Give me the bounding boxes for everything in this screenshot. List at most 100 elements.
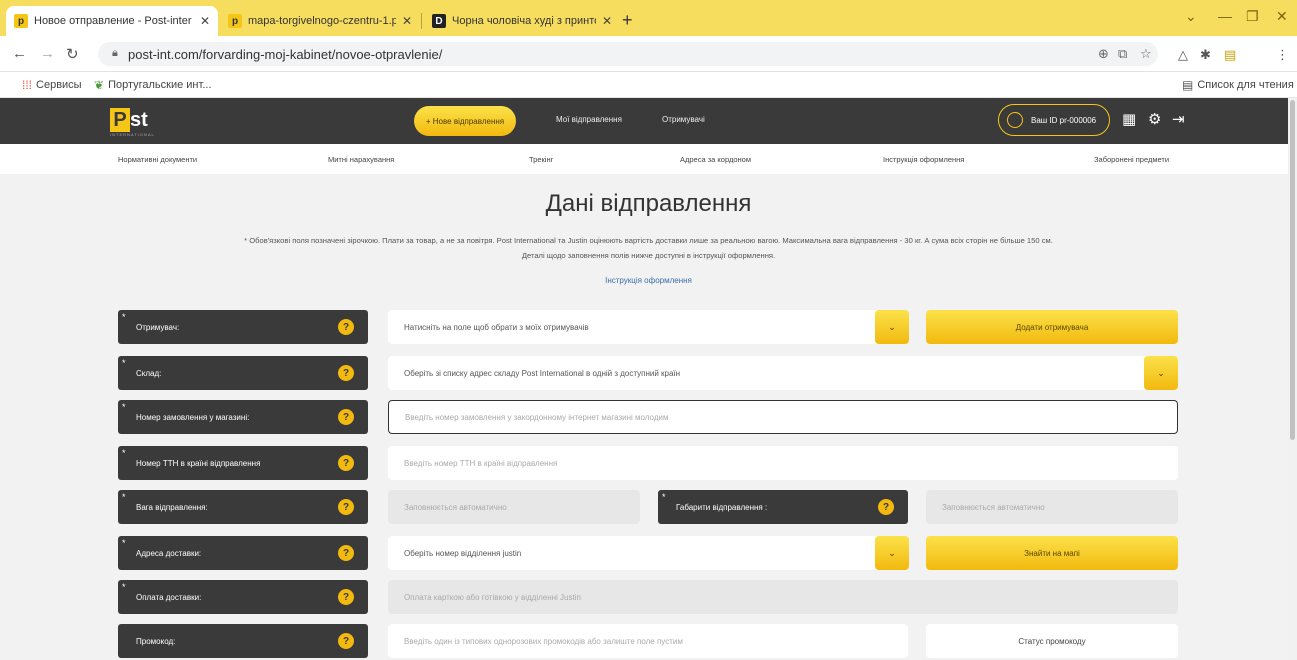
subnav-customs-fees[interactable]: Митні нарахування <box>328 155 394 164</box>
user-id-pill[interactable]: Ваш ID pr-000006 <box>998 104 1110 136</box>
dimensions-label: * Габарити відправлення : ? <box>658 490 908 524</box>
dimensions-field: Заповнюється автоматично <box>926 490 1178 524</box>
promo-label: Промокод: ? <box>118 624 368 658</box>
chevron-down-icon[interactable]: ⌄ <box>875 536 909 570</box>
reading-list-label: Список для чтения <box>1197 79 1294 91</box>
reading-list[interactable]: ▤ Список для чтения <box>1182 78 1294 92</box>
bookmark-favicon-icon: ❦ <box>94 78 105 92</box>
forward-icon[interactable]: → <box>40 45 55 62</box>
bookmark-services[interactable]: ⁞⁞⁞ Сервисы <box>22 78 82 92</box>
help-icon[interactable]: ? <box>338 499 354 515</box>
weight-field: Заповнюється автоматично <box>388 490 640 524</box>
puzzle-icon[interactable]: ✱ <box>1200 47 1211 63</box>
url-field[interactable]: 🔒︎ post-int.com/forvarding-moj-kabinet/n… <box>98 42 1158 66</box>
menu-icon[interactable]: ⋮ <box>1276 47 1289 63</box>
nav-recipients[interactable]: Отримувачі <box>662 115 705 124</box>
promo-input[interactable]: Введіть один із типових однорозових пром… <box>388 624 908 658</box>
d-favicon-icon: D <box>432 14 446 28</box>
browser-tab-bar: p Новое отправление - Post-inter ✕ p map… <box>0 0 1297 36</box>
window-close-icon[interactable]: ✕ <box>1276 8 1288 25</box>
help-icon[interactable]: ? <box>338 633 354 649</box>
notice-line: Деталі щодо заповнення полів нижче досту… <box>521 251 776 260</box>
order-number-input[interactable]: Введіть номер замовлення у закордонному … <box>388 400 1178 434</box>
required-fields-notice: * Обов'язкові поля позначені зірочкою. П… <box>120 233 1177 263</box>
extension-icon[interactable]: △ <box>1178 47 1188 63</box>
ttn-input[interactable]: Введіть номер ТТН в країні відправлення <box>388 446 1178 480</box>
field-label: Габарити відправлення : <box>676 502 768 512</box>
post-favicon-icon: p <box>228 14 242 28</box>
lock-icon: 🔒︎ <box>112 47 118 59</box>
field-label: Оплата доставки: <box>136 592 202 602</box>
zoom-icon[interactable]: ⊕ <box>1098 46 1109 62</box>
post-logo[interactable]: P st INTERNATIONAL <box>110 106 160 137</box>
close-icon[interactable]: ✕ <box>402 14 412 28</box>
weight-label: * Вага відправлення: ? <box>118 490 368 524</box>
address-select[interactable]: Оберіть номер відділення justin <box>388 536 908 570</box>
user-id-label: Ваш ID pr-000006 <box>1031 115 1097 125</box>
instruction-link[interactable]: Інструкція оформлення <box>0 276 1297 285</box>
help-icon[interactable]: ? <box>338 409 354 425</box>
find-on-map-button[interactable]: Знайти на мапі <box>926 536 1178 570</box>
required-asterisk: * <box>662 492 666 502</box>
required-asterisk: * <box>122 312 126 322</box>
help-icon[interactable]: ? <box>338 455 354 471</box>
help-icon[interactable]: ? <box>338 365 354 381</box>
bookmark-item[interactable]: ❦ Португальские инт... <box>94 78 212 92</box>
profile-extension-icon[interactable]: ▤ <box>1224 47 1236 63</box>
tab-title: mapa-torgivelnogo-czentru-1.pd <box>248 15 396 27</box>
chevron-down-icon[interactable]: ⌄ <box>875 310 909 344</box>
field-label: Промокод: <box>136 636 176 646</box>
scrollbar-thumb[interactable] <box>1290 100 1295 440</box>
settings-gear-icon[interactable]: ⚙ <box>1148 110 1161 128</box>
chevron-down-icon[interactable]: ⌄ <box>1144 356 1178 390</box>
required-asterisk: * <box>122 582 126 592</box>
required-asterisk: * <box>122 492 126 502</box>
subnav-instruction[interactable]: Інструкція оформлення <box>883 155 964 164</box>
nav-my-shipments[interactable]: Мої відправлення <box>556 115 622 124</box>
logo-letter: P <box>110 108 130 132</box>
reading-list-icon: ▤ <box>1182 78 1194 92</box>
field-label: Склад: <box>136 368 162 378</box>
help-icon[interactable]: ? <box>338 589 354 605</box>
help-icon[interactable]: ? <box>338 319 354 335</box>
help-icon[interactable]: ? <box>338 545 354 561</box>
close-icon[interactable]: ✕ <box>200 14 210 28</box>
user-icon <box>1007 112 1023 128</box>
subnav-normative-docs[interactable]: Нормативні документи <box>118 155 197 164</box>
browser-tab[interactable]: p mapa-torgivelnogo-czentru-1.pd ✕ <box>220 6 420 36</box>
apps-grid-icon: ⁞⁞⁞ <box>22 78 33 92</box>
close-icon[interactable]: ✕ <box>602 14 612 28</box>
warehouse-select[interactable]: Оберіть зі списку адрес складу Post Inte… <box>388 356 1178 390</box>
field-label: Номер ТТН в країні відправлення <box>136 458 261 468</box>
field-label: Отримувач: <box>136 322 180 332</box>
new-shipment-button[interactable]: + Нове відправлення <box>414 106 516 136</box>
minimize-icon[interactable]: — <box>1218 8 1232 24</box>
help-icon[interactable]: ? <box>878 499 894 515</box>
site-header: P st INTERNATIONAL + Нове відправлення М… <box>0 98 1297 144</box>
back-icon[interactable]: ← <box>12 45 27 62</box>
reload-icon[interactable]: ↻ <box>66 45 79 63</box>
logout-icon[interactable]: ⇥ <box>1172 110 1185 128</box>
tab-title: Чорна чоловіча худі з принтом <box>452 15 596 27</box>
address-label: * Адреса доставки: ? <box>118 536 368 570</box>
promo-status-button[interactable]: Статус промокоду <box>926 624 1178 658</box>
required-asterisk: * <box>122 538 126 548</box>
subnav-tracking[interactable]: Трекінг <box>529 155 553 164</box>
bookmark-star-icon[interactable]: ☆ <box>1140 46 1152 62</box>
browser-tab-active[interactable]: p Новое отправление - Post-inter ✕ <box>6 6 218 36</box>
logo-subtitle: INTERNATIONAL <box>110 132 155 137</box>
tab-search-icon[interactable]: ⌄ <box>1185 8 1197 25</box>
calculator-icon[interactable]: ▦ <box>1122 110 1136 128</box>
new-tab-icon[interactable]: + <box>622 10 633 31</box>
browser-tab[interactable]: D Чорна чоловіча худі з принтом ✕ <box>424 6 620 36</box>
maximize-icon[interactable]: ❐ <box>1246 8 1259 25</box>
recipient-select[interactable]: Натисніть на поле щоб обрати з моїх отри… <box>388 310 908 344</box>
subnav-forbidden-items[interactable]: Заборонені предмети <box>1094 155 1169 164</box>
share-icon[interactable]: ⧉ <box>1118 46 1127 62</box>
field-label: Вага відправлення: <box>136 502 208 512</box>
subnav-address-abroad[interactable]: Адреса за кордоном <box>680 155 751 164</box>
address-bar: ← → ↻ 🔒︎ post-int.com/forvarding-moj-kab… <box>0 36 1297 72</box>
payment-label: * Оплата доставки: ? <box>118 580 368 614</box>
order-number-label: * Номер замовлення у магазині: ? <box>118 400 368 434</box>
add-recipient-button[interactable]: Додати отримувача <box>926 310 1178 344</box>
